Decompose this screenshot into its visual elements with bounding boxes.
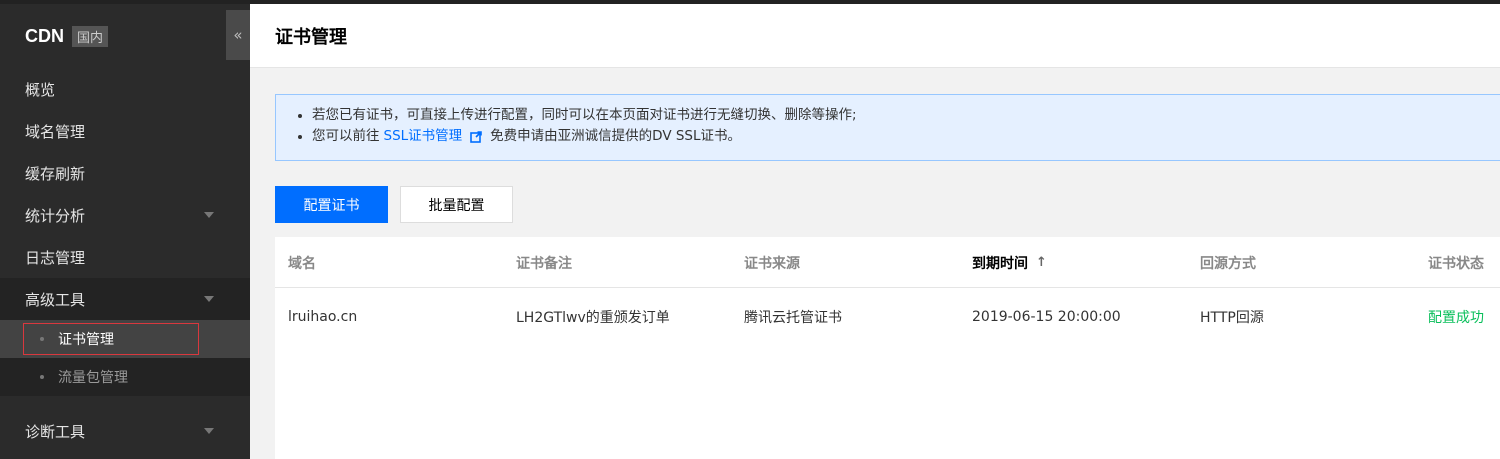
column-header-expiry[interactable]: 到期时间 ↑ xyxy=(972,237,1047,288)
bullet-icon xyxy=(298,113,302,118)
sidebar-item-statistics[interactable]: 统计分析 xyxy=(0,194,250,236)
highlight-box xyxy=(23,323,199,355)
cell-origin: HTTP回源 xyxy=(1200,310,1264,326)
column-header-domain: 域名 xyxy=(288,255,316,272)
cell-domain: lruihao.cn xyxy=(288,309,358,325)
sidebar-item-domains[interactable]: 域名管理 xyxy=(0,110,250,152)
page-header: 证书管理 xyxy=(250,4,1500,68)
column-header-remark: 证书备注 xyxy=(516,255,572,272)
page-title: 证书管理 xyxy=(275,26,347,48)
sidebar-subitem-certificates[interactable]: 证书管理 xyxy=(0,320,250,358)
sidebar-item-label: 统计分析 xyxy=(25,206,86,225)
table-row[interactable]: lruihao.cn LH2GTlwv的重颁发订单 腾讯云托管证书 2019-0… xyxy=(275,288,1500,346)
cell-source: 腾讯云托管证书 xyxy=(744,310,842,326)
column-header-source: 证书来源 xyxy=(744,255,800,272)
certificate-table: 域名 证书备注 证书来源 到期时间 ↑ 回源方式 证书状态 lruihao.cn… xyxy=(275,237,1500,459)
notice-text: 您可以前往 xyxy=(312,128,380,144)
sidebar-item-logs[interactable]: 日志管理 xyxy=(0,236,250,278)
sort-ascending-icon[interactable]: ↑ xyxy=(1036,255,1047,270)
sidebar-item-label: 诊断工具 xyxy=(25,422,86,441)
cell-status: 配置成功 xyxy=(1428,310,1484,326)
collapse-sidebar-icon[interactable]: « xyxy=(226,10,250,60)
notice-text: 若您已有证书，可直接上传进行配置，同时可以在本页面对证书进行无缝切换、删除等操作… xyxy=(312,107,857,123)
sidebar-item-label: 高级工具 xyxy=(25,290,86,309)
sidebar-item-advanced-tools[interactable]: 高级工具 xyxy=(0,278,250,320)
sidebar-item-label: 域名管理 xyxy=(25,122,86,141)
chevron-down-icon xyxy=(204,212,214,218)
sidebar-item-label: 缓存刷新 xyxy=(25,164,86,183)
notice-text: 免费申请由亚洲诚信提供的DV SSL证书。 xyxy=(490,128,742,144)
brand: CDN 国内 xyxy=(0,4,250,68)
configure-certificate-button[interactable]: 配置证书 xyxy=(275,186,388,223)
notice-line: 若您已有证书，可直接上传进行配置，同时可以在本页面对证书进行无缝切换、删除等操作… xyxy=(298,105,1500,126)
bullet-icon xyxy=(40,375,44,379)
ssl-certificate-link[interactable]: SSL证书管理 xyxy=(384,126,463,147)
cell-expiry: 2019-06-15 20:00:00 xyxy=(972,309,1121,325)
sidebar-item-diagnostics[interactable]: 诊断工具 xyxy=(0,410,250,452)
notice-line: 您可以前往 SSL证书管理 免费申请由亚洲诚信提供的DV SSL证书。 xyxy=(298,126,1500,147)
sidebar: CDN 国内 « 概览 域名管理 缓存刷新 统计分析 日志管理 高级工具 证书管… xyxy=(0,4,250,459)
batch-configure-button[interactable]: 批量配置 xyxy=(400,186,513,223)
sidebar-subitem-label: 流量包管理 xyxy=(58,370,128,386)
region-badge[interactable]: 国内 xyxy=(72,25,109,47)
sidebar-item-label: 日志管理 xyxy=(25,248,86,267)
sidebar-item-cache-refresh[interactable]: 缓存刷新 xyxy=(0,152,250,194)
info-notice: 若您已有证书，可直接上传进行配置，同时可以在本页面对证书进行无缝切换、删除等操作… xyxy=(275,94,1500,161)
column-header-origin: 回源方式 xyxy=(1200,255,1256,272)
column-header-status: 证书状态 xyxy=(1428,255,1484,272)
table-header: 域名 证书备注 证书来源 到期时间 ↑ 回源方式 证书状态 xyxy=(275,237,1500,288)
sidebar-group-advanced-tools: 高级工具 证书管理 流量包管理 xyxy=(0,278,250,396)
external-link-icon[interactable] xyxy=(470,130,482,143)
bullet-icon xyxy=(298,134,302,139)
sidebar-subitem-traffic-packages[interactable]: 流量包管理 xyxy=(0,358,250,396)
chevron-down-icon xyxy=(204,296,214,302)
cell-remark: LH2GTlwv的重颁发订单 xyxy=(516,310,670,326)
brand-name: CDN xyxy=(25,25,64,46)
main-content: 证书管理 若您已有证书，可直接上传进行配置，同时可以在本页面对证书进行无缝切换、… xyxy=(250,4,1500,459)
chevron-down-icon xyxy=(204,428,214,434)
sidebar-item-label: 概览 xyxy=(25,80,56,99)
sidebar-item-overview[interactable]: 概览 xyxy=(0,68,250,110)
